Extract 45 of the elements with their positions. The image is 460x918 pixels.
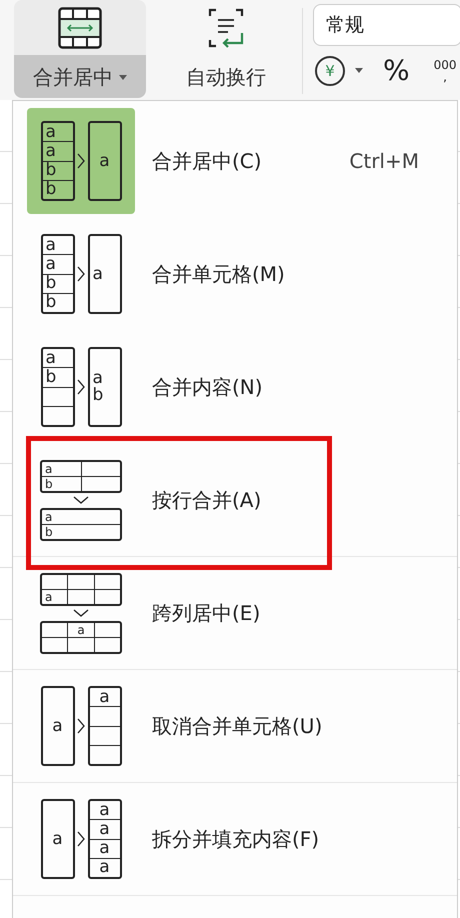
chevron-icon	[76, 379, 86, 395]
cells-after-icon: a	[40, 620, 122, 654]
menu-item-label: 取消合并单元格(U)	[152, 712, 322, 740]
cells-after-icon: a	[88, 686, 122, 766]
menu-item[interactable]: a b a b 按行合并(A)	[13, 444, 457, 557]
cells-before-icon: a a b b	[40, 234, 74, 314]
menu-item[interactable]: a a 跨列居中(E)	[13, 557, 457, 670]
menu-item-label: 合并内容(N)	[152, 374, 263, 400]
number-format-dropdown[interactable]: 常规	[313, 4, 460, 46]
chevron-icon	[76, 153, 86, 169]
menu-item-label: 拆分并填充内容(F)	[152, 826, 320, 852]
merge-cells-icon	[58, 7, 102, 49]
cells-after-icon: a	[88, 234, 122, 314]
wrap-text-button[interactable]: 自动换行	[160, 0, 292, 98]
menu-item-label: 合并单元格(M)	[152, 260, 285, 288]
cells-before-icon: a b	[40, 347, 74, 427]
caret-icon	[119, 74, 127, 80]
cells-before-icon: a a b b	[40, 121, 74, 201]
chevron-icon	[73, 608, 89, 618]
caret-icon	[355, 68, 363, 73]
thousands-separator-button[interactable]: 000 ,	[434, 58, 457, 82]
menu-item-label: 跨列居中(E)	[152, 600, 260, 626]
menu-item-label: 合并居中(C)	[152, 148, 262, 174]
cells-after-icon: a	[88, 121, 122, 201]
menu-item[interactable]: a b a b 合并内容(N)	[13, 331, 457, 444]
merge-center-button[interactable]: 合并居中	[14, 0, 146, 98]
cells-after-icon: a b	[40, 508, 122, 540]
cells-before-icon: a	[40, 799, 74, 879]
chevron-icon	[76, 266, 86, 282]
percent-button[interactable]: %	[383, 54, 410, 87]
menu-item[interactable]: a a 取消合并单元格(U)	[13, 670, 457, 783]
menu-item[interactable]: a a b b a 合并单元格(M)	[13, 218, 457, 331]
currency-button[interactable]: ¥	[315, 56, 345, 86]
menu-item-label: 按行合并(A)	[152, 486, 262, 514]
cells-before-icon: a b	[40, 460, 122, 492]
chevron-icon	[76, 718, 86, 734]
cells-before-icon: a	[40, 686, 74, 766]
menu-item[interactable]: a a a a a 拆分并填充内容(F)	[13, 783, 457, 896]
menu-item[interactable]: a a b b a 合并居中(C) Ctrl+M	[13, 105, 457, 218]
cells-after-icon: a a a a	[88, 799, 122, 879]
chevron-icon	[76, 831, 86, 847]
shortcut-text: Ctrl+M	[349, 149, 419, 173]
cells-after-icon: a b	[88, 347, 122, 427]
cells-before-icon: a	[40, 572, 122, 606]
chevron-icon	[73, 496, 89, 504]
